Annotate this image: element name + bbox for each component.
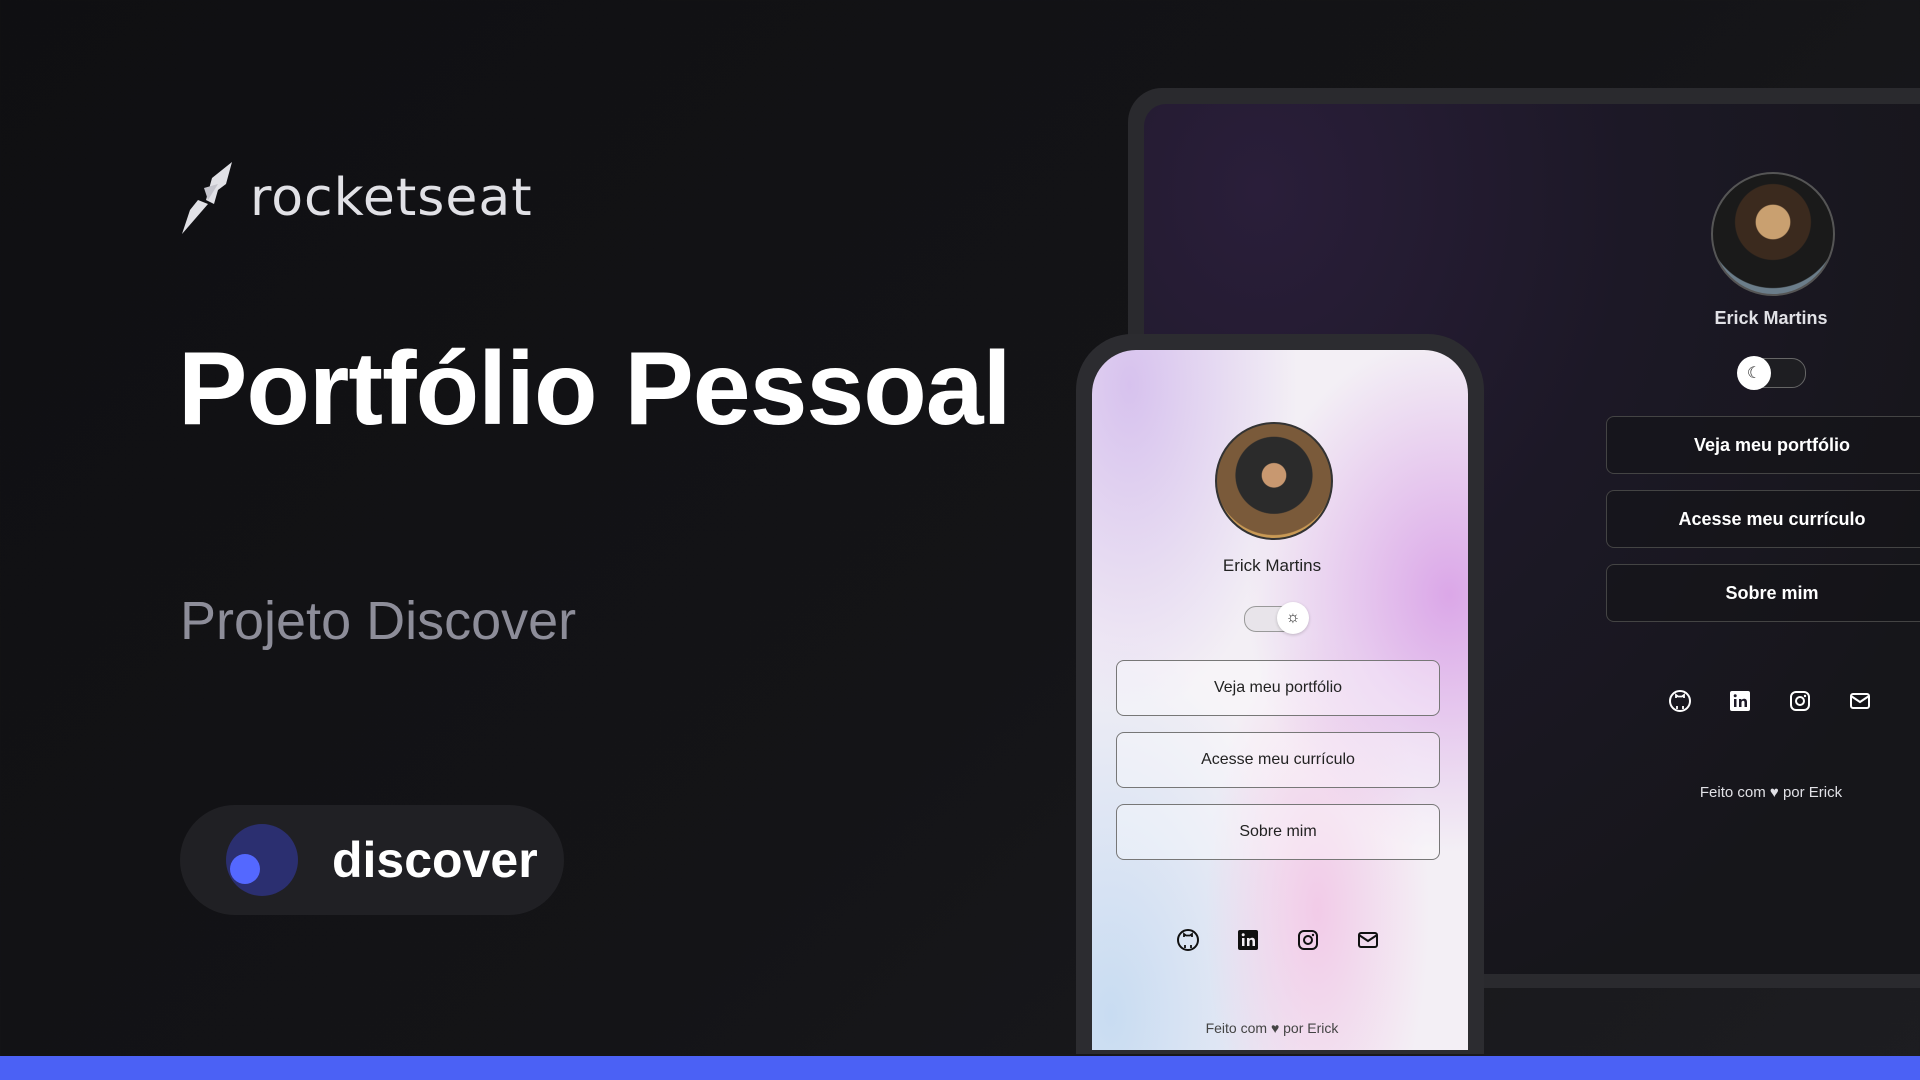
rocket-logo-icon [182,162,232,234]
mail-icon[interactable] [1356,928,1380,952]
linkedin-icon[interactable] [1728,689,1752,713]
profile-name: Erick Martins [1714,308,1828,328]
avatar [1215,422,1333,540]
rocketseat-logo: rocketseat [178,160,533,236]
github-icon[interactable] [1668,689,1692,713]
mobile-preview: Erick Martins ☼ Veja meu portfólio Acess… [1092,350,1468,1050]
linkedin-icon[interactable] [1236,928,1260,952]
discover-badge-label: discover [332,832,538,888]
footer-credit: Feito com ♥ por Erick [1699,784,1843,801]
social-links [1176,928,1380,952]
portfolio-button[interactable]: Veja meu portfólio [1116,660,1440,716]
about-button[interactable]: Sobre mim [1116,804,1440,860]
resume-button[interactable]: Acesse meu currículo [1606,490,1920,548]
moon-icon: ☾ [1737,356,1771,390]
instagram-icon[interactable] [1296,928,1320,952]
page-subtitle: Projeto Discover [180,591,577,651]
resume-button[interactable]: Acesse meu currículo [1116,732,1440,788]
theme-toggle[interactable]: ☾ [1737,356,1806,390]
about-button[interactable]: Sobre mim [1606,564,1920,622]
footer-credit: Feito com ♥ por Erick [1205,1020,1339,1036]
discover-badge: discover [180,805,564,915]
profile-name: Erick Martins [1222,556,1322,575]
page-title: Portfólio Pessoal [178,331,1012,447]
discover-logo-icon [226,824,298,896]
avatar [1711,172,1835,296]
accent-bar [0,1056,1920,1080]
mail-icon[interactable] [1848,689,1872,713]
theme-toggle[interactable]: ☼ [1244,602,1309,634]
social-links [1668,689,1872,713]
portfolio-button[interactable]: Veja meu portfólio [1606,416,1920,474]
instagram-icon[interactable] [1788,689,1812,713]
sun-icon: ☼ [1277,602,1309,634]
github-icon[interactable] [1176,928,1200,952]
brand-name: rocketseat [250,168,533,228]
